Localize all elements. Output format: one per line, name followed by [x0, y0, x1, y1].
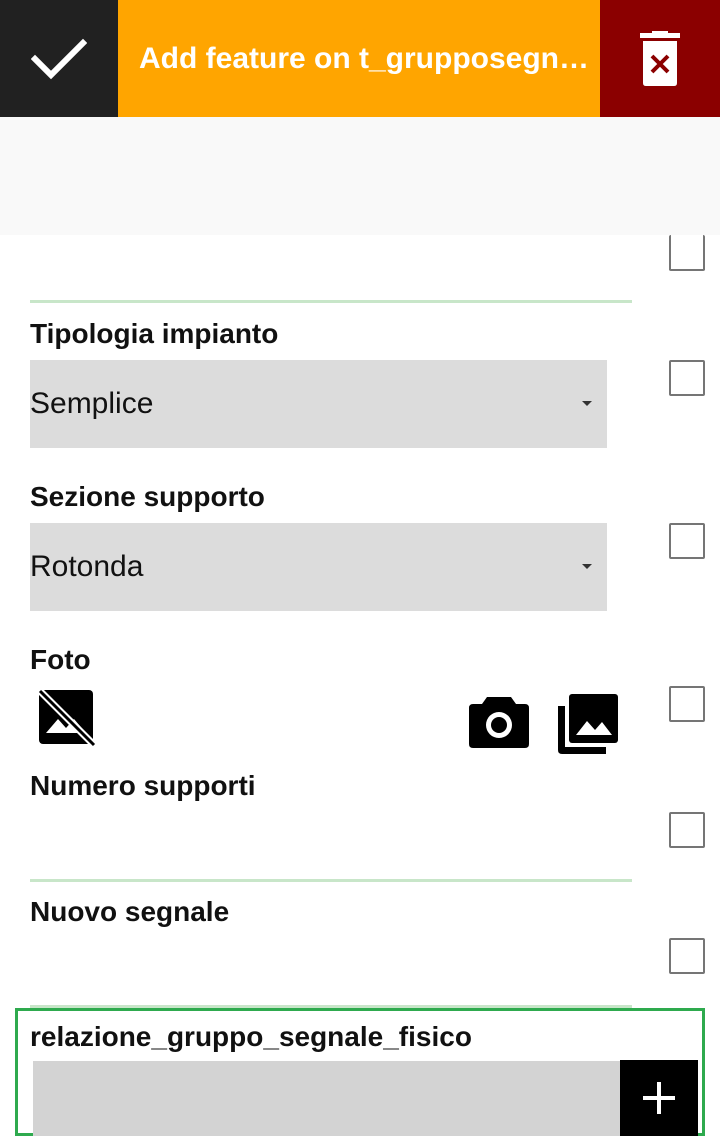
numero-supporti-input[interactable] [30, 812, 632, 872]
remember-checkbox-nuovo[interactable] [669, 938, 705, 974]
dropdown-arrow-icon [582, 401, 592, 406]
no-image-icon [37, 688, 96, 747]
remember-checkbox-tipologia[interactable] [669, 360, 705, 396]
trash-icon [640, 30, 680, 86]
dropdown-arrow-icon [582, 564, 592, 569]
relation-editor: relazione_gruppo_segnale_fisico [15, 1008, 705, 1136]
save-button[interactable] [0, 0, 118, 117]
remember-checkbox-foto[interactable] [669, 686, 705, 722]
sezione-select[interactable]: Rotonda [30, 523, 607, 611]
top-toolbar: Add feature on t_grupposegnale_fisico [0, 0, 720, 117]
tab-strip [0, 117, 720, 235]
nuovo-segnale-label: Nuovo segnale [30, 896, 230, 927]
numero-supporti-label: Numero supporti [30, 770, 256, 801]
plus-icon [643, 1082, 675, 1114]
relation-label: relazione_gruppo_segnale_fisico [30, 1021, 472, 1052]
sezione-value: Rotonda [30, 550, 144, 583]
remember-checkbox-sezione[interactable] [669, 523, 705, 559]
page-title: Add feature on t_grupposegnale_fisico [139, 41, 589, 75]
foto-label: Foto [30, 644, 91, 675]
tipologia-value: Semplice [30, 387, 154, 420]
remember-checkbox-numero[interactable] [669, 812, 705, 848]
remember-checkbox-1[interactable] [669, 235, 705, 271]
delete-button[interactable] [600, 0, 720, 117]
divider [30, 300, 632, 303]
nuovo-segnale-input[interactable] [30, 938, 632, 998]
sezione-label: Sezione supporto [30, 481, 265, 512]
tipologia-label: Tipologia impianto [30, 318, 279, 349]
divider [30, 879, 632, 882]
camera-icon[interactable] [467, 693, 531, 749]
relation-list[interactable] [33, 1061, 635, 1136]
add-relation-button[interactable] [620, 1060, 698, 1136]
title-bar: Add feature on t_grupposegnale_fisico [118, 0, 600, 117]
check-icon [31, 38, 87, 79]
tipologia-select[interactable]: Semplice [30, 360, 607, 448]
gallery-icon[interactable] [556, 692, 620, 756]
